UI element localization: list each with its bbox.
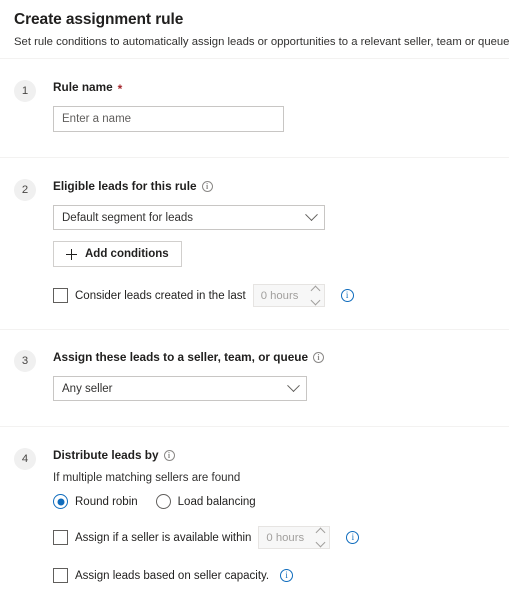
step-number-badge: 3 [14,350,36,372]
info-circle-icon[interactable] [201,180,213,192]
section-body: Assign these leads to a seller, team, or… [41,349,495,401]
radio-label: Load balancing [177,495,256,508]
dialog-header: Create assignment rule Set rule conditio… [0,0,509,50]
spinner-buttons[interactable] [312,527,329,548]
spinner-buttons[interactable] [307,285,324,306]
step-number-badge: 2 [14,179,36,201]
section-title: Rule name * [53,79,495,95]
info-circle-icon[interactable] [340,289,354,302]
step-badge-wrapper: 3 [14,349,41,372]
section-body: Rule name * Enter a name [41,79,495,132]
info-circle-icon[interactable] [346,531,360,544]
info-circle-icon[interactable] [163,449,175,461]
section-body: Eligible leads for this rule Default seg… [41,178,495,307]
section-title-text: Assign these leads to a seller, team, or… [53,350,309,364]
availability-spinner[interactable]: 0 hours [258,526,331,549]
assignee-dropdown[interactable]: Any seller [53,376,307,401]
availability-checkbox[interactable] [53,530,68,545]
segment-dropdown-value: Default segment for leads [62,211,194,224]
section-rule-name: 1 Rule name * Enter a name [0,59,509,132]
section-title: Assign these leads to a seller, team, or… [53,349,495,365]
section-title: Eligible leads for this rule [53,178,495,194]
radio-label: Round robin [75,495,138,508]
capacity-row: Assign leads based on seller capacity. [53,568,495,583]
chevron-down-icon [305,208,318,222]
required-marker: * [117,82,123,96]
spinner-decrement-icon[interactable] [310,295,321,306]
add-conditions-button[interactable]: Add conditions [53,241,182,267]
consider-leads-spinner-value: 0 hours [260,289,299,302]
distribution-radio-group: Round robin Load balancing [53,494,495,509]
spinner-increment-icon[interactable] [310,285,321,296]
page-title: Create assignment rule [14,11,184,28]
capacity-label: Assign leads based on seller capacity. [75,569,270,582]
rule-name-input[interactable]: Enter a name [53,106,284,132]
section-title-text: Eligible leads for this rule [53,179,197,193]
section-title-text: Rule name [53,80,113,94]
availability-spinner-value: 0 hours [266,531,305,544]
segment-dropdown[interactable]: Default segment for leads [53,205,325,230]
consider-leads-row: Consider leads created in the last 0 hou… [53,284,495,307]
assignee-dropdown-value: Any seller [62,382,113,395]
section-title-text: Distribute leads by [53,448,159,462]
page-subtitle-text: Set rule conditions to automatically ass… [14,36,509,48]
step-badge-wrapper: 1 [14,79,41,102]
radio-indicator-selected[interactable] [53,494,68,509]
info-circle-icon[interactable] [280,569,294,582]
step-badge-wrapper: 2 [14,178,41,201]
radio-indicator[interactable] [155,494,171,509]
add-conditions-label: Add conditions [85,248,169,260]
capacity-checkbox[interactable] [53,568,68,583]
step-number-badge: 1 [14,80,36,102]
step-number-badge: 4 [14,448,36,470]
radio-option-load-balancing[interactable]: Load balancing [155,494,256,509]
radio-option-round-robin[interactable]: Round robin [53,494,138,509]
section-eligible-leads: 2 Eligible leads for this rule Default s… [0,158,509,307]
chevron-down-icon [287,379,300,393]
step-badge-wrapper: 4 [14,447,41,470]
consider-leads-spinner[interactable]: 0 hours [252,284,325,307]
distribution-hint: If multiple matching sellers are found [53,472,241,484]
spinner-increment-icon[interactable] [315,527,326,538]
consider-leads-label: Consider leads created in the last [75,289,246,302]
section-title: Distribute leads by [53,447,495,463]
availability-label: Assign if a seller is available within [75,531,252,544]
section-body: Distribute leads by If multiple matching… [41,447,495,583]
info-circle-icon[interactable] [313,351,325,363]
section-assign-to: 3 Assign these leads to a seller, team, … [0,330,509,401]
page-subtitle: Set rule conditions to automatically ass… [14,35,509,50]
availability-row: Assign if a seller is available within 0… [53,526,495,549]
consider-leads-checkbox[interactable] [53,288,68,303]
rule-name-placeholder: Enter a name [62,113,132,125]
section-distribute-leads: 4 Distribute leads by If multiple matchi… [0,427,509,583]
plus-icon [66,248,77,260]
spinner-decrement-icon[interactable] [315,537,326,548]
